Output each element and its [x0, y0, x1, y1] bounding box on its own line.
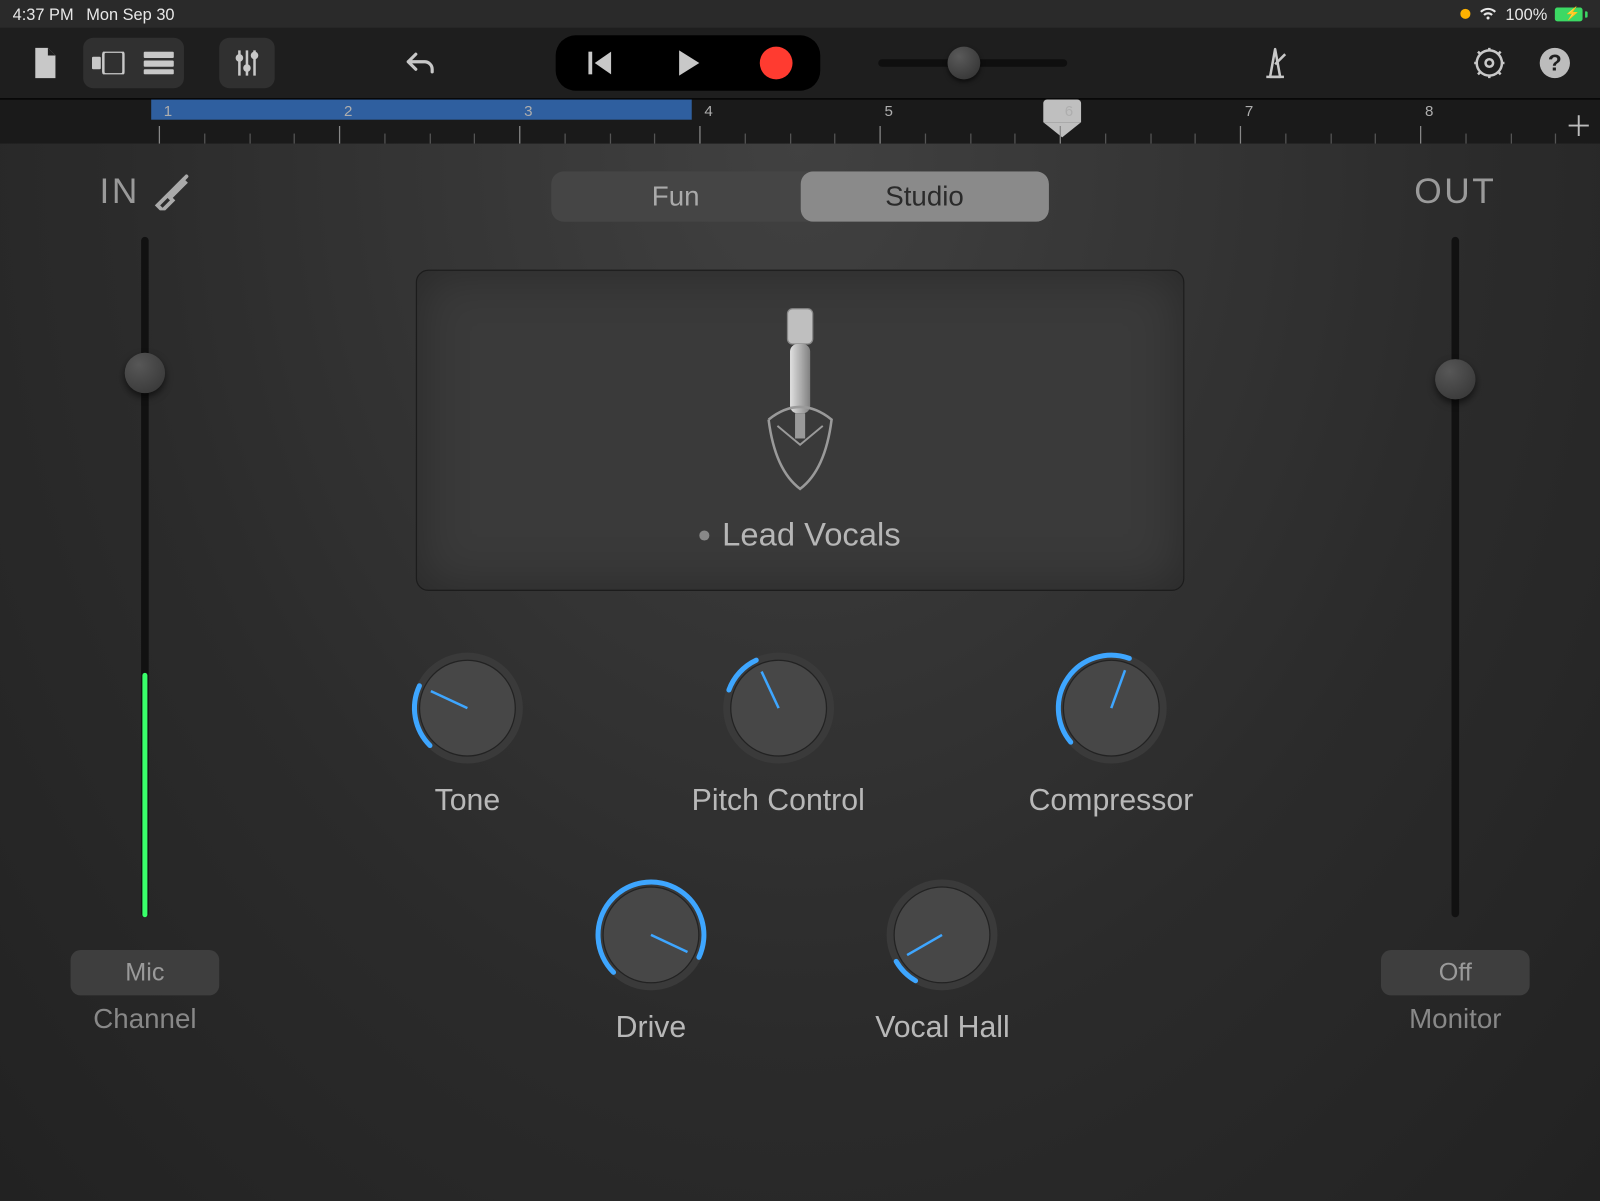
svg-text:?: ? [1548, 50, 1562, 76]
input-jack-icon [152, 173, 190, 211]
master-volume-slider[interactable] [878, 59, 1130, 67]
instrument-panel: IN Mic Channel OUT Off Monitor Fun Studi… [0, 144, 1600, 1201]
status-bar: 4:37 PM Mon Sep 30 100% ⚡ [0, 0, 1600, 28]
record-button[interactable] [732, 35, 820, 90]
mode-segmented-control: Fun Studio [551, 171, 1049, 221]
play-button[interactable] [644, 35, 732, 90]
input-gain-slider[interactable] [141, 237, 149, 917]
view-toggle-group [83, 38, 184, 88]
track-controls-button[interactable] [219, 38, 274, 88]
go-to-start-button[interactable] [556, 35, 644, 90]
recording-indicator-icon [1460, 9, 1470, 19]
bar-label: 4 [704, 102, 712, 120]
knob-label: Compressor [1029, 784, 1194, 819]
bar-label: 1 [164, 102, 172, 120]
battery-percent: 100% [1505, 4, 1547, 23]
bar-label: 8 [1425, 102, 1433, 120]
output-volume-slider[interactable] [1452, 237, 1460, 917]
segment-studio[interactable]: Studio [800, 171, 1049, 221]
bar-label: 7 [1245, 102, 1253, 120]
transport-controls [556, 35, 821, 90]
top-toolbar: ? [0, 28, 1600, 99]
input-column: IN Mic Channel [63, 171, 227, 1188]
my-songs-button[interactable] [18, 38, 73, 88]
preset-name-label: Lead Vocals [722, 515, 901, 554]
monitor-sublabel: Monitor [1373, 1003, 1537, 1036]
channel-sublabel: Channel [63, 1003, 227, 1036]
bar-label: 3 [524, 102, 532, 120]
knob-label: Tone [435, 784, 501, 819]
preset-selector[interactable]: Lead Vocals [416, 270, 1185, 591]
undo-button[interactable] [392, 38, 447, 88]
playhead[interactable] [1043, 100, 1081, 145]
knob-label: Drive [616, 1011, 687, 1046]
tracks-view-button[interactable] [134, 38, 184, 88]
metronome-button[interactable] [1247, 38, 1302, 88]
browser-view-button[interactable] [83, 38, 133, 88]
cycle-region[interactable] [151, 100, 692, 120]
knob-label: Vocal Hall [875, 1011, 1009, 1046]
segment-fun[interactable]: Fun [551, 171, 800, 221]
in-label: IN [100, 171, 140, 211]
status-date: Mon Sep 30 [86, 4, 174, 23]
bar-label: 6 [1065, 102, 1073, 120]
wifi-icon [1478, 6, 1498, 21]
knob-vocal-hall[interactable]: Vocal Hall [875, 874, 1009, 1045]
knob-compressor[interactable]: Compressor [1029, 648, 1194, 819]
settings-button[interactable] [1462, 38, 1517, 88]
microphone-icon [750, 306, 851, 495]
knob-drive[interactable]: Drive [590, 874, 711, 1045]
add-track-button[interactable]: ＋ [1565, 105, 1593, 145]
knob-pitch-control[interactable]: Pitch Control [692, 648, 865, 819]
status-time: 4:37 PM [13, 4, 74, 23]
monitor-toggle-button[interactable]: Off [1381, 950, 1530, 995]
timeline-ruler[interactable]: 1 2 3 4 5 6 7 8 ＋ [0, 98, 1600, 143]
output-column: OUT Off Monitor [1373, 171, 1537, 1188]
channel-select-button[interactable]: Mic [71, 950, 220, 995]
bar-label: 2 [344, 102, 352, 120]
battery-icon: ⚡ [1555, 7, 1588, 21]
knob-label: Pitch Control [692, 784, 865, 819]
help-button[interactable]: ? [1527, 38, 1582, 88]
bar-label: 5 [885, 102, 893, 120]
out-label: OUT [1414, 171, 1496, 211]
knob-tone[interactable]: Tone [407, 648, 528, 819]
